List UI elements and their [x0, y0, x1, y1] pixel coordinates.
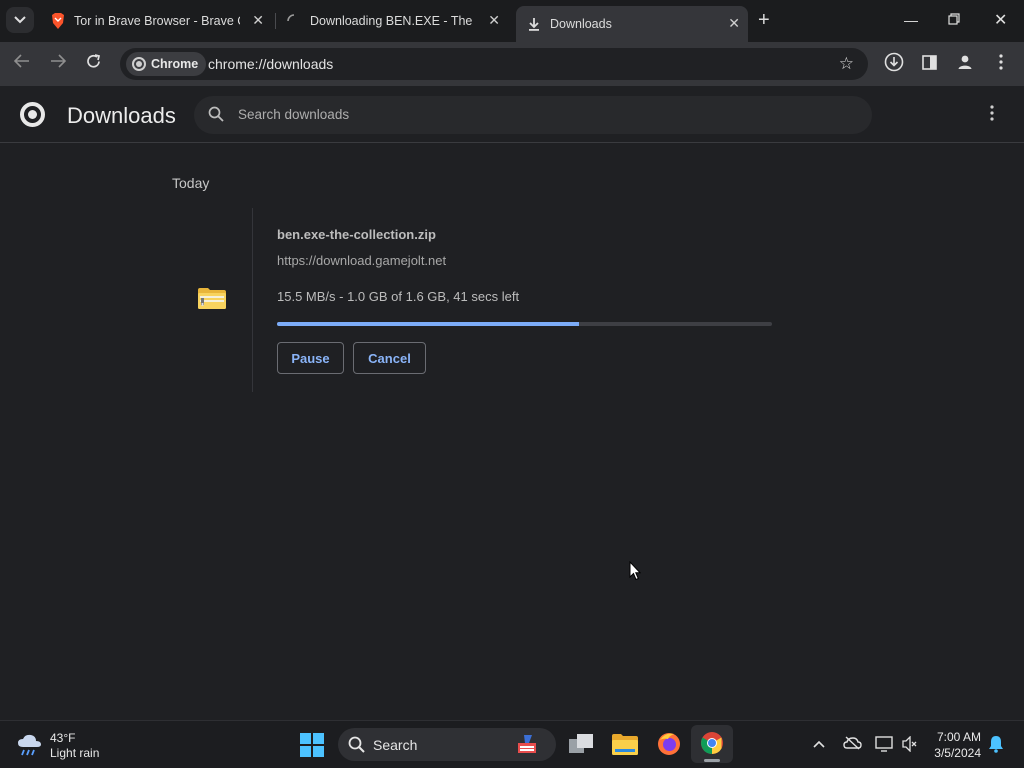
kebab-menu-icon[interactable] — [999, 54, 1003, 75]
download-filename[interactable]: ben.exe-the-collection.zip — [277, 227, 436, 242]
search-downloads-input[interactable]: Search downloads — [194, 96, 872, 134]
side-panel-icon[interactable] — [922, 55, 937, 75]
taskbar-search-box[interactable]: Search — [338, 728, 556, 761]
minimize-icon[interactable]: — — [904, 12, 918, 28]
date-group-label: Today — [172, 175, 210, 191]
taskbar-search-label: Search — [373, 737, 418, 753]
chevron-up-icon[interactable] — [813, 735, 825, 751]
search-icon — [348, 736, 365, 758]
network-icon[interactable] — [875, 736, 893, 755]
download-progress-bar — [277, 322, 772, 326]
chrome-logo-icon — [132, 57, 146, 71]
firefox-icon[interactable] — [656, 731, 682, 762]
star-icon[interactable]: ☆ — [839, 54, 854, 74]
downloads-header: Downloads Search downloads — [0, 86, 1024, 143]
site-chip[interactable]: Chrome — [126, 52, 207, 76]
search-placeholder: Search downloads — [238, 107, 350, 122]
profile-icon[interactable] — [957, 54, 973, 75]
download-arrow-icon — [526, 16, 542, 32]
clock-time: 7:00 AM — [936, 730, 981, 744]
clock-date: 3/5/2024 — [934, 746, 981, 760]
close-icon[interactable]: ✕ — [488, 12, 500, 29]
tab-title: Tor in Brave Browser - Brave Co — [74, 14, 240, 28]
zip-file-icon — [198, 287, 226, 309]
chrome-taskbar-button[interactable] — [691, 725, 733, 763]
weather-temperature[interactable]: 43°F — [50, 731, 75, 745]
forward-arrow-icon[interactable] — [50, 54, 67, 73]
close-icon[interactable]: ✕ — [728, 15, 740, 32]
weather-condition[interactable]: Light rain — [50, 746, 99, 760]
restore-icon[interactable] — [948, 12, 960, 28]
tab-separator — [275, 13, 276, 29]
address-bar[interactable]: Chrome chrome://downloads ☆ — [120, 48, 868, 80]
tab-gamejolt[interactable]: Downloading BEN.EXE - The Co ✕ — [280, 6, 508, 36]
search-icon — [208, 106, 224, 127]
url-text[interactable]: chrome://downloads — [208, 56, 333, 72]
download-source-url[interactable]: https://download.gamejolt.net — [277, 253, 446, 268]
running-indicator — [704, 759, 720, 762]
onedrive-offline-icon[interactable] — [843, 736, 862, 753]
downloads-toolbar-icon[interactable] — [884, 52, 904, 77]
download-progress-fill — [277, 322, 579, 326]
brave-lion-icon — [50, 13, 66, 29]
windows-taskbar: 43°F Light rain Search 7:00 AM 3/5/2024 — [0, 720, 1024, 768]
tab-brave[interactable]: Tor in Brave Browser - Brave Co ✕ — [44, 6, 272, 36]
tab-strip: Tor in Brave Browser - Brave Co ✕ Downlo… — [0, 0, 1024, 42]
notification-bell-icon[interactable] — [988, 735, 1004, 756]
close-icon[interactable]: ✕ — [252, 12, 264, 29]
chrome-logo-icon — [701, 732, 723, 754]
download-status: 15.5 MB/s - 1.0 GB of 1.6 GB, 41 secs le… — [277, 289, 520, 304]
task-view-icon[interactable] — [568, 733, 594, 760]
back-arrow-icon[interactable] — [13, 54, 30, 73]
more-actions-icon[interactable] — [990, 105, 994, 121]
chevron-down-icon — [14, 16, 26, 24]
tab-title: Downloads — [550, 17, 612, 31]
tab-search-button[interactable] — [6, 7, 34, 33]
cancel-button[interactable]: Cancel — [353, 342, 426, 374]
system-clock[interactable]: 7:00 AM 3/5/2024 — [934, 729, 981, 761]
mouse-cursor-icon — [629, 560, 642, 586]
volume-muted-icon[interactable] — [902, 735, 918, 755]
chrome-logo-icon — [20, 102, 45, 127]
site-chip-label: Chrome — [151, 57, 199, 71]
reload-icon[interactable] — [86, 54, 101, 74]
new-tab-button[interactable]: + — [758, 10, 770, 30]
windows-start-icon[interactable] — [300, 733, 324, 762]
window-close-icon[interactable]: ✕ — [994, 10, 1007, 30]
search-highlight-icon — [516, 733, 538, 760]
tab-downloads[interactable]: Downloads ✕ — [516, 6, 748, 42]
weather-rain-icon[interactable] — [16, 733, 44, 762]
loading-spinner-icon — [286, 13, 302, 29]
pause-button[interactable]: Pause — [277, 342, 344, 374]
page-title: Downloads — [67, 103, 176, 128]
download-item-divider — [252, 208, 253, 392]
tab-title: Downloading BEN.EXE - The Co — [310, 14, 476, 28]
file-explorer-icon[interactable] — [612, 733, 638, 760]
browser-toolbar: Chrome chrome://downloads ☆ — [0, 42, 1024, 86]
